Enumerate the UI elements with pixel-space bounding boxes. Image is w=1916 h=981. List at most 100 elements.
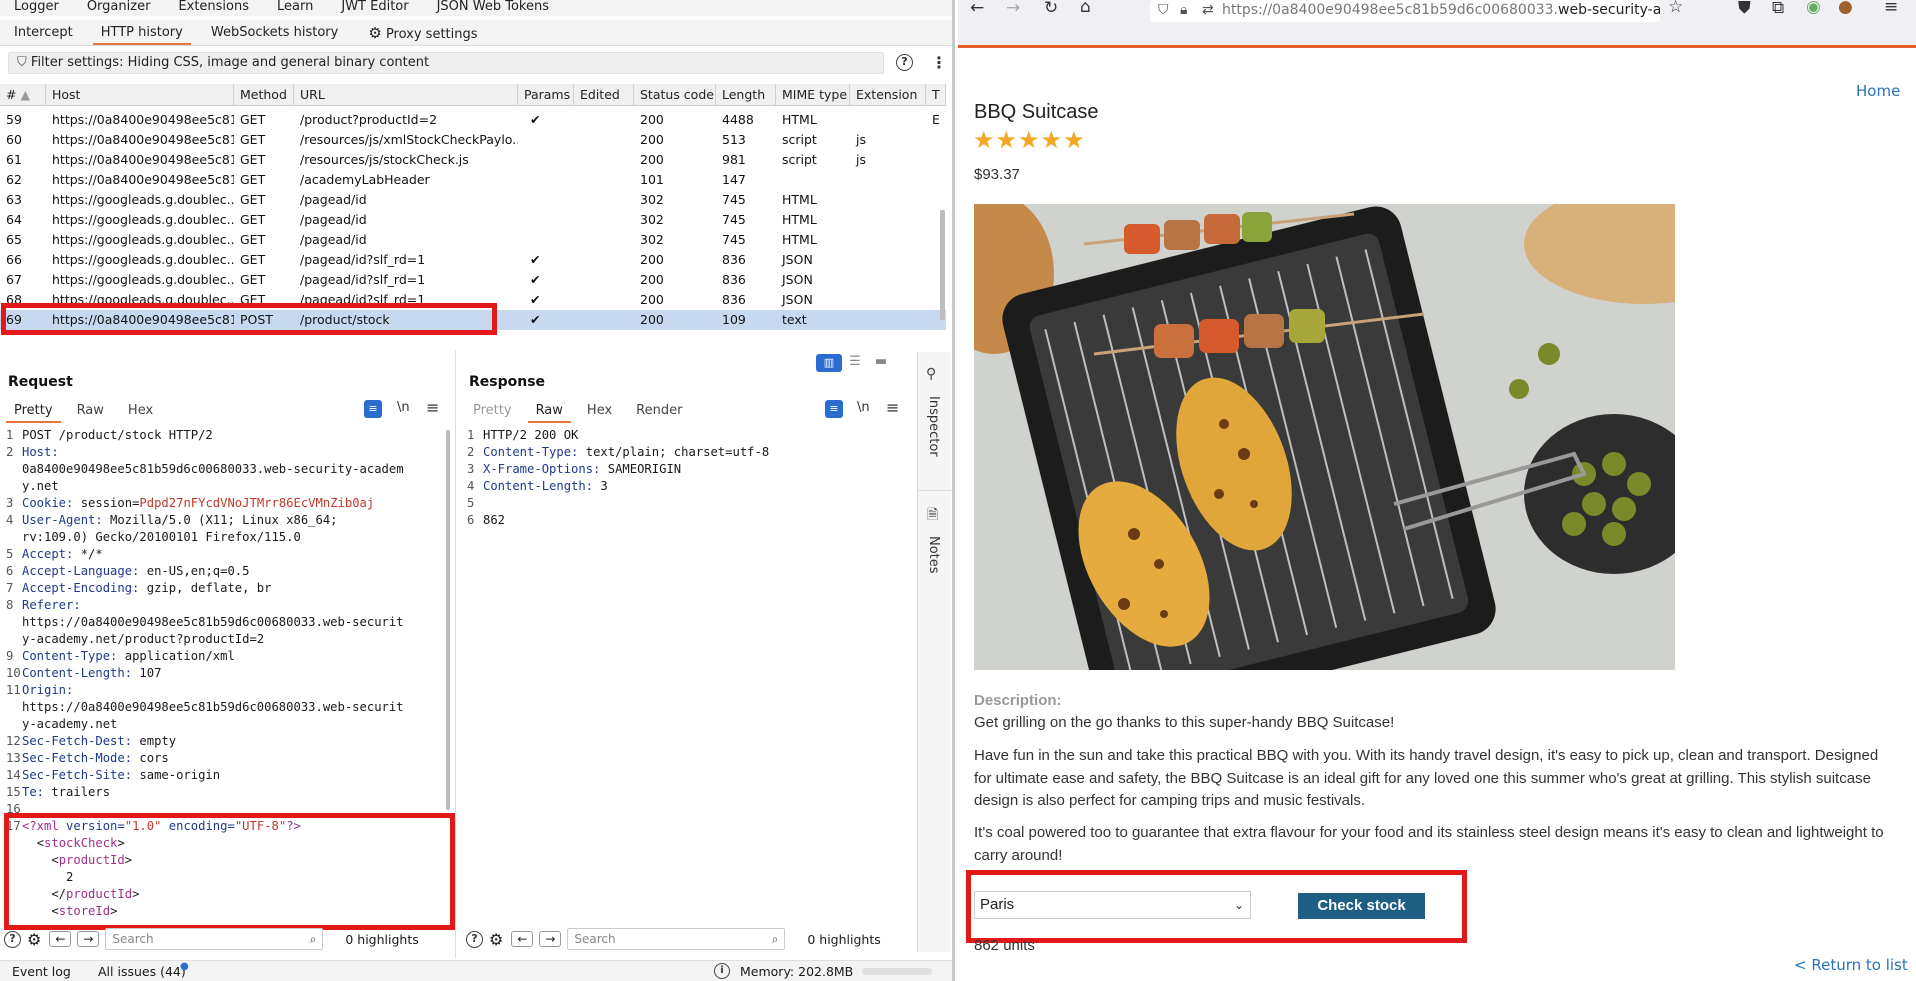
bookmark-star-icon[interactable]: ☆ — [1668, 0, 1683, 17]
help-icon[interactable]: ? — [466, 930, 483, 948]
col-status[interactable]: Status code — [634, 84, 716, 105]
col-t[interactable]: T — [926, 84, 946, 105]
notes-icon[interactable]: 🗎 — [927, 504, 938, 528]
tab-websockets-history[interactable]: WebSockets history — [197, 20, 352, 45]
browser-toolbar: ← → ↻ ⌂ ⛉ 🔒︎ ⇄ https://0a8400e90498ee5c8… — [958, 0, 1916, 48]
forward-arrow-icon[interactable]: → — [77, 931, 100, 947]
tab-response-hex[interactable]: Hex — [575, 399, 624, 423]
back-icon[interactable]: ← — [970, 0, 984, 18]
settings-gear-icon[interactable]: ⚙ — [27, 930, 41, 949]
tab-organizer[interactable]: Organizer — [73, 0, 165, 16]
cell-num: 60 — [6, 132, 22, 147]
table-row[interactable]: 59 https://0a8400e90498ee5c81... GET/produ… — [0, 110, 946, 130]
tab-extensions[interactable]: Extensions — [164, 0, 263, 16]
tab-jwt-editor[interactable]: JWT Editor — [327, 0, 422, 16]
cell-num: 61 — [6, 152, 22, 167]
newline-toggle-icon[interactable]: \n — [397, 400, 410, 415]
header-key: Content-Length: — [22, 666, 133, 680]
back-arrow-icon[interactable]: ← — [49, 931, 72, 947]
tab-request-hex[interactable]: Hex — [116, 399, 165, 423]
cell-status: 200 — [640, 252, 664, 267]
highlight-box-stock-form — [966, 870, 1467, 943]
code-line: https://0a8400e90498ee5c81b59d6c00680033… — [6, 699, 446, 716]
col-extension[interactable]: Extension — [850, 84, 926, 105]
table-row[interactable]: 60 https://0a8400e90498ee5c81... GET/resou… — [0, 130, 946, 150]
header-value: 107 — [132, 666, 162, 680]
response-search-input[interactable]: Search ⌕ — [567, 928, 786, 950]
notes-tab[interactable]: Notes — [926, 536, 941, 574]
table-row[interactable]: 65 https://googleads.g.doublec... GET/page… — [0, 230, 946, 250]
wrap-lines-icon[interactable]: ≡ — [364, 400, 382, 418]
table-scrollbar[interactable] — [940, 210, 945, 320]
url-bar[interactable]: ⛉ 🔒︎ ⇄ https://0a8400e90498ee5c81b59d6c0… — [1150, 0, 1660, 22]
col-mime[interactable]: MIME type — [776, 84, 850, 105]
header-value: application/xml — [117, 649, 235, 663]
home-link[interactable]: Home — [1856, 82, 1900, 100]
menu-icon[interactable]: ≡ — [1884, 0, 1898, 17]
pocket-icon[interactable]: ⛊ — [1738, 0, 1751, 18]
tab-response-pretty[interactable]: Pretty — [461, 399, 524, 423]
newline-toggle-icon[interactable]: \n — [857, 400, 870, 415]
code-line: 4 User-Agent: Mozilla/5.0 (X11; Linux x86… — [6, 512, 446, 529]
tab-response-raw[interactable]: Raw — [524, 399, 575, 423]
help-icon[interactable]: ? — [4, 930, 21, 948]
reload-icon[interactable]: ↻ — [1044, 0, 1058, 18]
split-horizontal-icon[interactable]: ▥ — [816, 354, 842, 372]
more-options-icon[interactable]: ⋮ — [931, 55, 947, 71]
split-vertical-icon[interactable]: ☰ — [842, 354, 868, 372]
cell-method: GET — [240, 232, 266, 247]
table-row[interactable]: 67 https://googleads.g.doublec... GET/page… — [0, 270, 946, 290]
table-row[interactable]: 64 https://googleads.g.doublec... GET/page… — [0, 210, 946, 230]
all-issues-button[interactable]: All issues (44) — [98, 964, 186, 979]
forward-icon[interactable]: → — [1006, 0, 1020, 18]
cookie-icon[interactable]: ● — [1838, 0, 1853, 17]
table-row[interactable]: 62 https://0a8400e90498ee5c81... GET/acade… — [0, 170, 946, 190]
back-arrow-icon[interactable]: ← — [511, 931, 534, 947]
tab-json-web-tokens[interactable]: JSON Web Tokens — [423, 0, 563, 16]
tab-request-pretty[interactable]: Pretty — [2, 399, 65, 423]
col-num[interactable]: # ▲ — [0, 84, 46, 105]
extensions-icon[interactable]: ⧉ — [1772, 0, 1784, 18]
foxyproxy-icon[interactable]: ◉ — [1806, 0, 1821, 17]
tab-request-raw[interactable]: Raw — [65, 399, 116, 423]
wrap-lines-icon[interactable]: ≡ — [825, 400, 843, 418]
tab-http-history[interactable]: HTTP history — [87, 20, 197, 45]
table-row[interactable]: 61 https://0a8400e90498ee5c81... GET/resou… — [0, 150, 946, 170]
inspector-icon[interactable]: ⚲ — [926, 366, 936, 382]
tab-response-render[interactable]: Render — [624, 399, 694, 423]
forward-arrow-icon[interactable]: → — [539, 931, 562, 947]
tab-learn[interactable]: Learn — [263, 0, 327, 16]
tab-proxy-settings[interactable]: ⚙ Proxy settings — [352, 20, 491, 45]
col-host[interactable]: Host — [46, 84, 234, 105]
filter-settings-bar[interactable]: ⛉ Filter settings: Hiding CSS, image and… — [8, 52, 884, 74]
inspector-tab[interactable]: Inspector — [926, 396, 941, 457]
event-log-button[interactable]: Event log — [12, 964, 71, 979]
col-url[interactable]: URL — [294, 84, 518, 105]
table-row[interactable]: 66 https://googleads.g.doublec... GET/page… — [0, 250, 946, 270]
col-method[interactable]: Method — [234, 84, 294, 105]
cell-method: GET — [240, 132, 266, 147]
header-value: https://0a8400e90498ee5c81b59d6c00680033… — [22, 615, 404, 629]
line-number: 1 — [6, 428, 14, 442]
tab-intercept[interactable]: Intercept — [0, 20, 87, 45]
request-search-input[interactable]: Search ⌕ — [105, 928, 324, 950]
col-edited[interactable]: Edited — [574, 84, 634, 105]
cell-params — [518, 130, 574, 150]
cell-edited — [574, 230, 634, 250]
return-to-list-link[interactable]: < Return to list — [1794, 956, 1908, 974]
request-tabs: Pretty Raw Hex — [2, 399, 165, 423]
cell-mime: HTML — [782, 232, 817, 247]
request-scrollbar[interactable] — [446, 430, 450, 810]
response-menu-icon[interactable]: ≡ — [886, 398, 899, 417]
help-icon[interactable]: ? — [896, 54, 913, 71]
tab-logger[interactable]: Logger — [0, 0, 73, 16]
col-params[interactable]: Params — [518, 84, 574, 105]
request-menu-icon[interactable]: ≡ — [426, 398, 439, 417]
description-p1: Get grilling on the go thanks to this su… — [974, 714, 1395, 731]
single-pane-icon[interactable]: ▬ — [868, 354, 894, 372]
settings-gear-icon[interactable]: ⚙ — [489, 930, 503, 949]
home-icon[interactable]: ⌂ — [1080, 0, 1091, 17]
col-length[interactable]: Length — [716, 84, 776, 105]
table-row[interactable]: 63 https://googleads.g.doublec... GET/page… — [0, 190, 946, 210]
response-editor[interactable]: 1 HTTP/2 200 OK 2 Content-Type: text/plain;… — [467, 427, 907, 627]
